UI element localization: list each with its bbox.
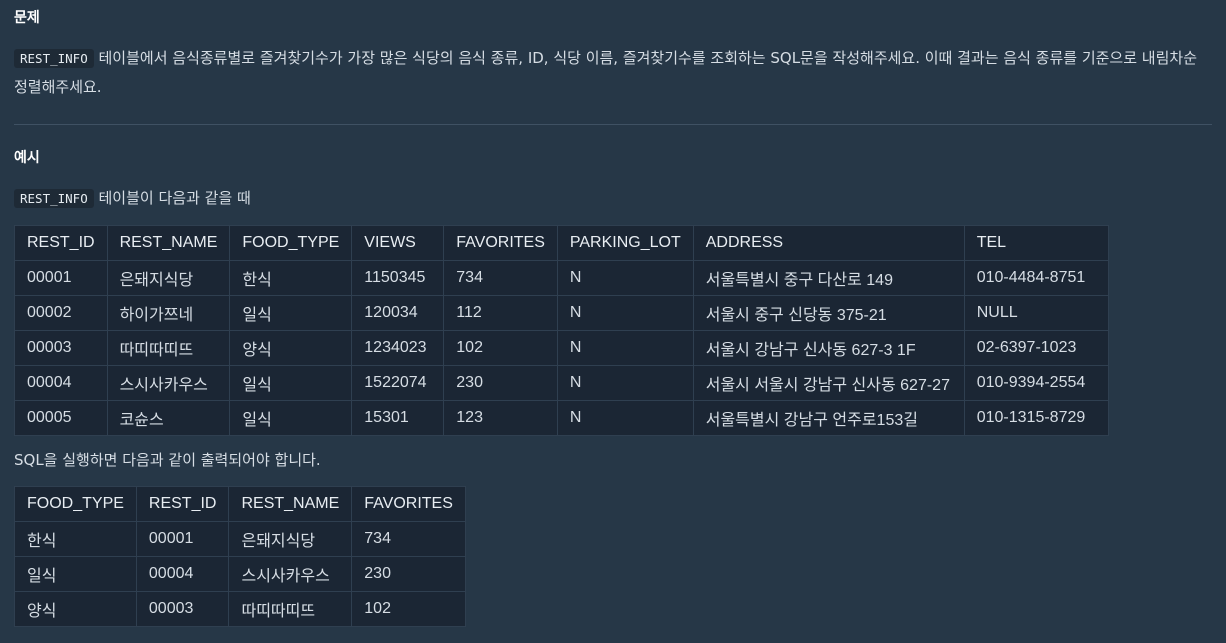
table-cell: 120034 — [351, 295, 445, 331]
table-cell: 일식 — [229, 295, 353, 331]
table-cell: 서울시 강남구 신사동 627-3 1F — [692, 330, 965, 366]
table-cell: 00005 — [14, 400, 108, 436]
table-row: 일식 00004 스시사카우스 230 — [14, 556, 466, 592]
table-row: 00004 스시사카우스 일식 1522074 230 N 서울시 서울시 강남… — [14, 365, 1109, 401]
table-cell: N — [556, 330, 694, 366]
example-heading: 예시 — [14, 150, 40, 166]
header-cell: ADDRESS — [692, 225, 965, 261]
table-cell: 코슌스 — [106, 400, 231, 436]
table-cell: 일식 — [229, 365, 353, 401]
table-cell: 734 — [351, 521, 466, 557]
section-divider — [14, 124, 1212, 125]
result-intro: SQL을 실행하면 다음과 같이 출력되어야 합니다. — [14, 451, 321, 469]
table-cell: 서울특별시 강남구 언주로153길 — [692, 400, 965, 436]
header-cell: FOOD_TYPE — [14, 486, 137, 522]
example-table-name-code: REST_INFO — [14, 189, 94, 208]
table-cell: 02-6397-1023 — [963, 330, 1109, 366]
header-cell: REST_ID — [14, 225, 108, 261]
table-cell: 00004 — [135, 556, 230, 592]
table-cell: N — [556, 295, 694, 331]
table-cell: 112 — [443, 295, 558, 331]
example-intro: REST_INFO 테이블이 다음과 같을 때 — [14, 186, 251, 211]
table-cell: 00003 — [14, 330, 108, 366]
table-cell: 양식 — [229, 330, 353, 366]
header-cell: FAVORITES — [443, 225, 558, 261]
table-cell: 하이가쯔네 — [106, 295, 231, 331]
table-cell: 102 — [351, 591, 466, 627]
table-row: 양식 00003 따띠따띠뜨 102 — [14, 591, 466, 627]
table-cell: 00001 — [14, 260, 108, 296]
table-row: 00003 따띠따띠뜨 양식 1234023 102 N 서울시 강남구 신사동… — [14, 330, 1109, 366]
table-cell: 일식 — [229, 400, 353, 436]
table-cell: 1234023 — [351, 330, 445, 366]
table-cell: 서울시 서울시 강남구 신사동 627-27 — [692, 365, 965, 401]
problem-statement-text: 테이블에서 음식종류별로 즐겨찾기수가 가장 많은 식당의 음식 종류, ID,… — [14, 49, 1198, 96]
table-cell: 15301 — [351, 400, 445, 436]
table-cell: 은돼지식당 — [106, 260, 231, 296]
table-cell: 00001 — [135, 521, 230, 557]
output-table: FOOD_TYPE REST_ID REST_NAME FAVORITES 한식… — [14, 486, 466, 627]
header-cell: PARKING_LOT — [556, 225, 694, 261]
table-cell: 한식 — [14, 521, 137, 557]
table-cell: 1522074 — [351, 365, 445, 401]
table-cell: 230 — [443, 365, 558, 401]
input-table-header-row: REST_ID REST_NAME FOOD_TYPE VIEWS FAVORI… — [14, 225, 1109, 261]
table-row: 한식 00001 은돼지식당 734 — [14, 521, 466, 557]
header-cell: VIEWS — [351, 225, 445, 261]
table-cell: 따띠따띠뜨 — [106, 330, 231, 366]
problem-statement: REST_INFO 테이블에서 음식종류별로 즐겨찾기수가 가장 많은 식당의 … — [14, 44, 1212, 101]
table-cell: 230 — [351, 556, 466, 592]
table-cell: 서울특별시 중구 다산로 149 — [692, 260, 965, 296]
table-cell: 123 — [443, 400, 558, 436]
table-cell: NULL — [963, 295, 1109, 331]
problem-heading: 문제 — [14, 10, 40, 26]
table-cell: 은돼지식당 — [228, 521, 353, 557]
header-cell: FOOD_TYPE — [229, 225, 353, 261]
header-cell: TEL — [963, 225, 1109, 261]
table-cell: 따띠따띠뜨 — [228, 591, 353, 627]
table-cell: 00003 — [135, 591, 230, 627]
table-name-code: REST_INFO — [14, 49, 94, 68]
table-cell: 00004 — [14, 365, 108, 401]
table-row: 00005 코슌스 일식 15301 123 N 서울특별시 강남구 언주로15… — [14, 400, 1109, 436]
table-cell: 스시사카우스 — [106, 365, 231, 401]
output-table-header-row: FOOD_TYPE REST_ID REST_NAME FAVORITES — [14, 486, 466, 522]
header-cell: REST_NAME — [106, 225, 231, 261]
example-intro-text: 테이블이 다음과 같을 때 — [93, 189, 251, 207]
table-cell: N — [556, 260, 694, 296]
table-row: 00001 은돼지식당 한식 1150345 734 N 서울특별시 중구 다산… — [14, 260, 1109, 296]
table-cell: N — [556, 365, 694, 401]
table-cell: 734 — [443, 260, 558, 296]
table-cell: 일식 — [14, 556, 137, 592]
table-cell: 1150345 — [351, 260, 445, 296]
input-table: REST_ID REST_NAME FOOD_TYPE VIEWS FAVORI… — [14, 225, 1109, 436]
table-cell: 010-4484-8751 — [963, 260, 1109, 296]
table-cell: 서울시 중구 신당동 375-21 — [692, 295, 965, 331]
table-cell: 102 — [443, 330, 558, 366]
table-cell: 스시사카우스 — [228, 556, 353, 592]
table-cell: N — [556, 400, 694, 436]
table-cell: 010-1315-8729 — [963, 400, 1109, 436]
table-cell: 양식 — [14, 591, 137, 627]
header-cell: REST_NAME — [228, 486, 353, 522]
table-cell: 한식 — [229, 260, 353, 296]
header-cell: FAVORITES — [351, 486, 466, 522]
header-cell: REST_ID — [135, 486, 230, 522]
table-cell: 010-9394-2554 — [963, 365, 1109, 401]
table-row: 00002 하이가쯔네 일식 120034 112 N 서울시 중구 신당동 3… — [14, 295, 1109, 331]
table-cell: 00002 — [14, 295, 108, 331]
